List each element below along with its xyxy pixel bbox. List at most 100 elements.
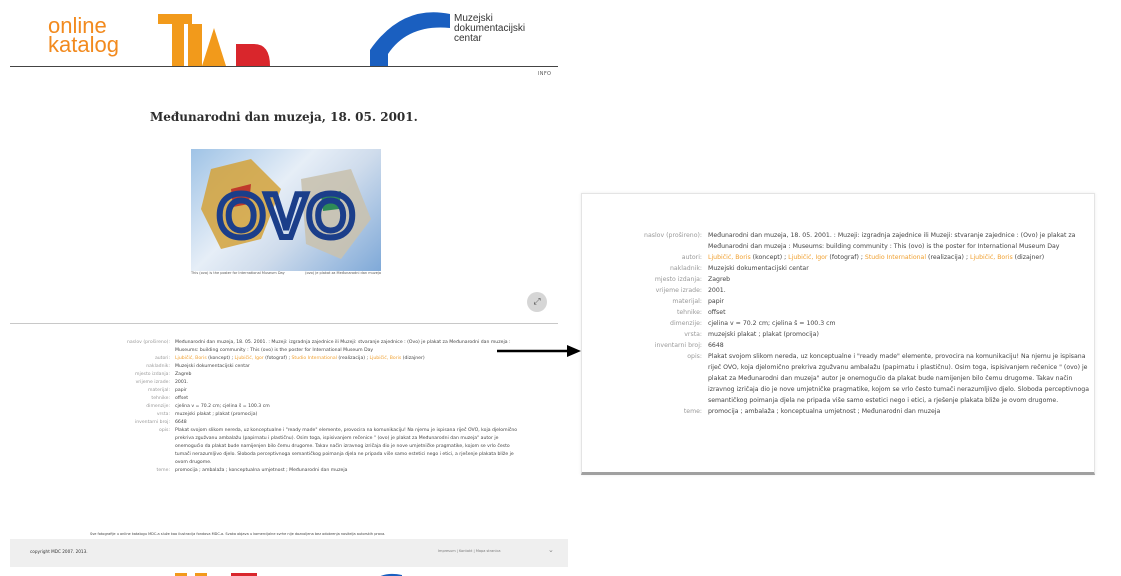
- meta-link[interactable]: promocija ; ambalaža ; konceptualna umje…: [175, 467, 520, 475]
- meta-link[interactable]: offset: [708, 307, 1090, 318]
- mdc-logo-graphic: [362, 10, 457, 66]
- meta-row-nakladnik: nakladnik: Muzejski dokumentacijski centa…: [585, 263, 1090, 274]
- meta-value: Plakat svojom slikom nereda, uz konceptu…: [175, 428, 518, 465]
- meta-value: 2001.: [708, 287, 726, 294]
- meta-label: vrijeme izrade:: [135, 380, 170, 385]
- meta-label: dimenzije:: [146, 404, 170, 409]
- meta-link[interactable]: Zagreb: [175, 371, 520, 379]
- meta-label: naslov (prošireno):: [126, 340, 170, 345]
- meta-label: tehnike:: [151, 396, 170, 401]
- meta-label: autori:: [154, 356, 170, 361]
- logo-line-2: katalog: [48, 32, 119, 57]
- author-role: (realizacija) ;: [926, 254, 970, 261]
- meta-label: tehnike:: [676, 309, 702, 316]
- header-divider: [10, 66, 558, 67]
- caption-left: This (ovo) is the poster for Internation…: [191, 271, 285, 275]
- footer-links[interactable]: Impresum | Kontakt | Mapa stranica: [438, 549, 501, 553]
- meta-link[interactable]: Zagreb: [708, 274, 1090, 285]
- online-katalog-logo[interactable]: online katalog: [48, 15, 119, 57]
- meta-label: nakladnik:: [146, 364, 170, 369]
- meta-row-dimenzije: dimenzije: cjelina v = 70.2 cm; cjelina š…: [585, 318, 1090, 329]
- caption-right: (ovo) je plakat za Međunarodni dan muzej…: [305, 271, 381, 275]
- meta-value: Međunarodni dan muzeja, 18. 05. 2001. : …: [175, 340, 511, 353]
- meta-row-materijal: materijal: papir: [40, 387, 520, 395]
- meta-label: opis:: [687, 353, 702, 360]
- poster-text: OVO: [217, 182, 355, 251]
- info-link[interactable]: INFO: [538, 71, 551, 77]
- meta-row-vrsta: vrsta: muzejski plakat ; plakat (promocij…: [585, 329, 1090, 340]
- meta-row-mjesto: mjesto izdanja: Zagreb: [40, 371, 520, 379]
- record-title: Međunarodni dan muzeja, 18. 05. 2001.: [150, 110, 418, 124]
- meta-label: materijal:: [148, 388, 170, 393]
- copyright-text: copyright MDC 2007. 2013.: [30, 549, 88, 554]
- author-link[interactable]: Ljubičić, Boris: [370, 356, 402, 361]
- author-link[interactable]: Ljubičić, Boris: [970, 254, 1013, 261]
- chevron-down-icon[interactable]: ⌄: [548, 546, 554, 554]
- author-link[interactable]: Ljubičić, Boris: [708, 254, 751, 261]
- author-link[interactable]: Ljubičić, Boris: [175, 356, 207, 361]
- meta-label: materijal:: [672, 298, 702, 305]
- poster-image[interactable]: OVO: [191, 149, 381, 271]
- md-logo-bottom: [175, 567, 265, 576]
- meta-row-teme: teme: promocija ; ambalaža ; konceptualna…: [585, 406, 1090, 417]
- meta-row-inventarni: inventarni broj: 6648: [585, 340, 1090, 351]
- meta-link[interactable]: Muzejski dokumentacijski centar: [175, 363, 520, 371]
- meta-link[interactable]: Muzejski dokumentacijski centar: [708, 263, 1090, 274]
- zoomed-metadata-panel: naslov (prošireno): Međunarodni dan muzej…: [581, 193, 1095, 475]
- meta-label: naslov (prošireno):: [644, 232, 702, 239]
- author-role: (koncept) ;: [206, 356, 235, 361]
- meta-value: 6648: [175, 420, 187, 425]
- meta-value: Međunarodni dan muzeja, 18. 05. 2001. : …: [708, 232, 1076, 250]
- meta-link[interactable]: muzejski plakat ; plakat (promocija): [708, 329, 1090, 340]
- meta-label: mjesto izdanja:: [134, 372, 170, 377]
- meta-row-tehnike: tehnike: offset: [40, 395, 520, 403]
- meta-row-vrsta: vrsta: muzejski plakat ; plakat (promocij…: [40, 411, 520, 419]
- meta-link[interactable]: papir: [708, 296, 1090, 307]
- mdc-line-3: centar: [454, 33, 482, 44]
- meta-row-opis: opis: Plakat svojom slikom nereda, uz kon…: [585, 351, 1090, 406]
- meta-link[interactable]: papir: [175, 387, 520, 395]
- meta-row-autori: autori: Ljubičić, Boris (koncept) ; Ljubi…: [40, 355, 520, 363]
- meta-link[interactable]: offset: [175, 395, 520, 403]
- meta-label: vrsta:: [684, 331, 702, 338]
- meta-value: Plakat svojom slikom nereda, uz konceptu…: [708, 353, 1089, 404]
- meta-link[interactable]: muzejski plakat ; plakat (promocija): [175, 411, 520, 419]
- meta-row-opis: opis: Plakat svojom slikom nereda, uz kon…: [40, 427, 520, 467]
- mdc-name: Muzejski dokumentacijski centar: [454, 14, 525, 44]
- meta-label: vrijeme izrade:: [655, 287, 702, 294]
- author-link[interactable]: Ljubičić, Igor: [788, 254, 827, 261]
- meta-label: teme:: [683, 408, 702, 415]
- meta-value: cjelina v = 70.2 cm; cjelina š = 100.3 c…: [175, 404, 270, 409]
- meta-row-naslov: naslov (prošireno): Međunarodni dan muzej…: [40, 339, 520, 355]
- author-role: (fotograf) ;: [263, 356, 292, 361]
- author-role: (realizacija) ;: [336, 356, 370, 361]
- author-link[interactable]: Ljubičić, Igor: [235, 356, 264, 361]
- author-link[interactable]: Studio International: [292, 356, 337, 361]
- meta-row-vrijeme: vrijeme izrade: 2001.: [585, 285, 1090, 296]
- meta-value: 2001.: [175, 380, 189, 385]
- meta-row-tehnike: tehnike: offset: [585, 307, 1090, 318]
- meta-label: teme:: [156, 468, 170, 473]
- meta-label: inventarni broj:: [654, 342, 702, 349]
- copyright-note: Sve fotografije u online katalogu MDC-a …: [90, 532, 386, 536]
- meta-row-naslov: naslov (prošireno): Međunarodni dan muzej…: [585, 230, 1090, 252]
- meta-row-autori: autori: Ljubičić, Boris (koncept) ; Ljubi…: [585, 252, 1090, 263]
- meta-label: opis:: [159, 428, 170, 433]
- author-link[interactable]: Studio International: [865, 254, 926, 261]
- content-divider: [10, 323, 558, 324]
- meta-label: mjesto izdanja:: [654, 276, 702, 283]
- footer-bar: [10, 539, 568, 567]
- author-role: (koncept) ;: [750, 254, 789, 261]
- author-role: (dizajner): [401, 356, 425, 361]
- meta-value: 6648: [708, 342, 724, 349]
- author-role: (fotograf) ;: [827, 254, 865, 261]
- poster-caption: This (ovo) is the poster for Internation…: [191, 271, 381, 275]
- meta-link[interactable]: promocija ; ambalaža ; konceptualna umje…: [708, 406, 1090, 417]
- mdc-logo-bottom: [372, 567, 432, 576]
- metadata-list-small: naslov (prošireno): Međunarodni dan muzej…: [40, 339, 520, 475]
- md-logo-graphic: [158, 10, 278, 66]
- expand-icon[interactable]: ⤢: [527, 292, 547, 312]
- meta-label: inventarni broj:: [134, 420, 170, 425]
- meta-row-teme: teme: promocija ; ambalaža ; konceptualna…: [40, 467, 520, 475]
- meta-row-nakladnik: nakladnik: Muzejski dokumentacijski centa…: [40, 363, 520, 371]
